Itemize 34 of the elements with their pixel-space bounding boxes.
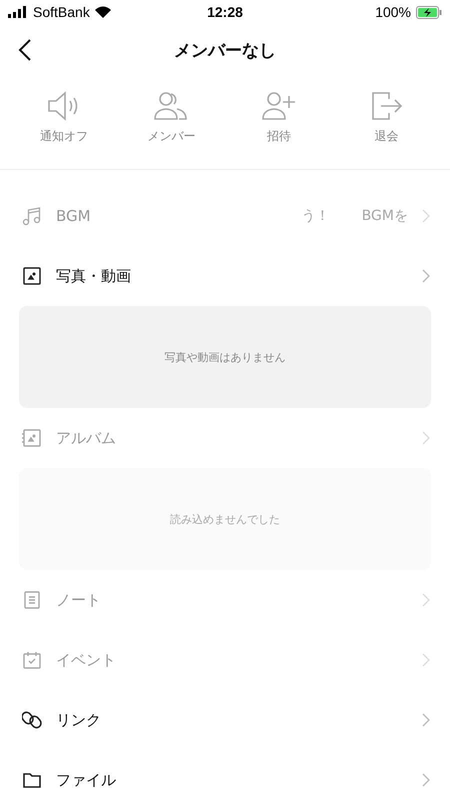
- empty-message: 写真や動画はありません: [164, 350, 286, 364]
- link-icon: [22, 710, 42, 730]
- folder-icon: [22, 770, 42, 790]
- battery-charging-icon: [416, 6, 442, 18]
- image-icon: [22, 266, 42, 286]
- menu-row[interactable]: 写真・動画: [0, 246, 450, 306]
- note-icon: [22, 590, 42, 610]
- action-button[interactable]: 退会: [332, 90, 440, 145]
- empty-message: 読み込めませんでした: [170, 512, 280, 526]
- chat-title: メンバーなし: [174, 40, 276, 62]
- chevron-icon: [422, 593, 430, 607]
- chevron-icon: [422, 209, 430, 223]
- clock-time: 12:28: [207, 4, 243, 20]
- action-button[interactable]: メンバー: [118, 90, 225, 145]
- signal-icon: [8, 6, 28, 18]
- chevron-icon: [422, 269, 430, 283]
- action-button[interactable]: 招待: [225, 90, 332, 145]
- chevron-icon: [422, 653, 430, 667]
- action-button[interactable]: 通知オフ: [10, 90, 118, 145]
- back-icon: [18, 38, 32, 62]
- members-icon: [154, 90, 188, 122]
- battery-percent: 100%: [375, 4, 411, 20]
- exit-icon: [369, 90, 404, 122]
- menu-row[interactable]: ファイル: [0, 750, 450, 800]
- add-person-icon: [262, 90, 296, 122]
- menu-row[interactable]: リンク: [0, 690, 450, 750]
- chevron-icon: [422, 431, 430, 445]
- chevron-icon: [422, 773, 430, 787]
- album-icon: [22, 428, 42, 448]
- wifi-icon: [94, 6, 111, 18]
- chevron-icon: [422, 713, 430, 727]
- calendar-icon: [22, 650, 42, 670]
- music-note-icon: [22, 206, 42, 226]
- carrier-name: SoftBank: [33, 4, 90, 20]
